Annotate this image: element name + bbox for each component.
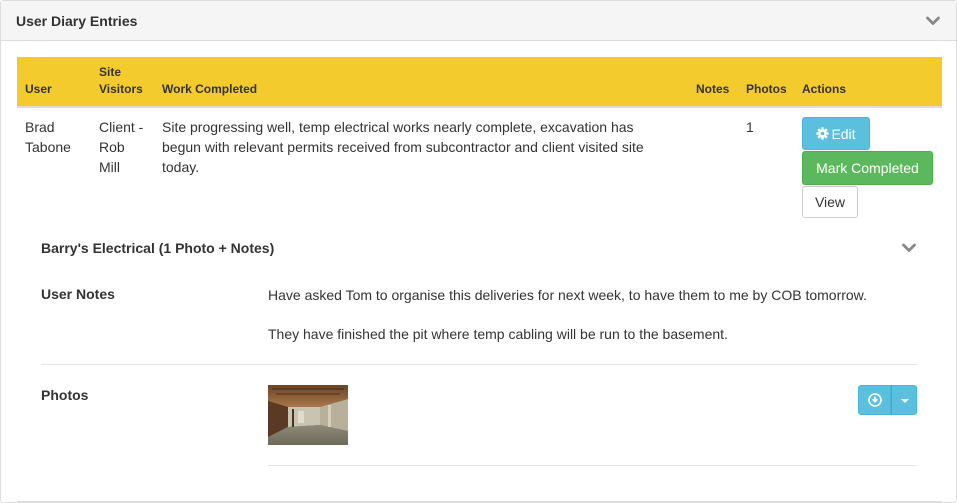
header-photos: Photos: [746, 82, 787, 96]
cell-work-line2: begun with relevant permits received fro…: [162, 139, 644, 155]
divider: [41, 364, 917, 365]
cell-visitors-line3: Mill: [99, 159, 120, 175]
header-site-visitors-line1: Site: [99, 65, 122, 79]
header-actions: Actions: [802, 82, 847, 96]
gear-icon: [816, 127, 830, 140]
cell-visitors-line2: Rob: [99, 139, 125, 155]
caret-down-icon: [901, 399, 909, 403]
cell-user-line2: Tabone: [25, 139, 71, 155]
photos-label: Photos: [41, 387, 89, 403]
view-button[interactable]: View: [802, 186, 858, 218]
subentry-heading[interactable]: Barry's Electrical (1 Photo + Notes): [41, 240, 274, 256]
photo-actions-button-group: [858, 385, 917, 415]
download-button[interactable]: [858, 385, 891, 415]
cell-photos-count: 1: [746, 119, 754, 135]
divider: [268, 465, 917, 466]
header-work-completed: Work Completed: [162, 82, 258, 96]
mark-completed-button[interactable]: Mark Completed: [802, 151, 933, 185]
table-bottom-border: [17, 501, 942, 502]
panel-heading[interactable]: User Diary Entries: [1, 1, 956, 41]
table-header-row: User Site Visitors Work Completed Notes …: [17, 57, 942, 108]
dropdown-toggle-button[interactable]: [891, 385, 917, 415]
header-notes: Notes: [696, 82, 730, 96]
chevron-down-icon[interactable]: [926, 16, 940, 26]
diary-entries-panel: User Diary Entries User Site Visitors Wo…: [0, 0, 957, 503]
photo-thumbnail[interactable]: [268, 385, 348, 445]
header-user: User: [25, 82, 52, 96]
user-notes-label: User Notes: [41, 286, 115, 302]
cell-visitors-line1: Client -: [99, 119, 144, 135]
chevron-down-icon[interactable]: [902, 243, 916, 253]
cell-work-line1: Site progressing well, temp electrical w…: [162, 119, 634, 135]
download-circle-icon: [868, 393, 882, 407]
edit-button-label: Edit: [831, 126, 856, 142]
panel-title: User Diary Entries: [16, 13, 138, 29]
cell-user-line1: Brad: [25, 119, 55, 135]
note-line-2: They have finished the pit where temp ca…: [268, 326, 728, 342]
header-site-visitors-line2: Visitors: [99, 82, 143, 96]
note-line-1: Have asked Tom to organise this deliveri…: [268, 287, 867, 303]
edit-button[interactable]: Edit: [802, 117, 870, 150]
cell-work-line3: today.: [162, 159, 200, 175]
